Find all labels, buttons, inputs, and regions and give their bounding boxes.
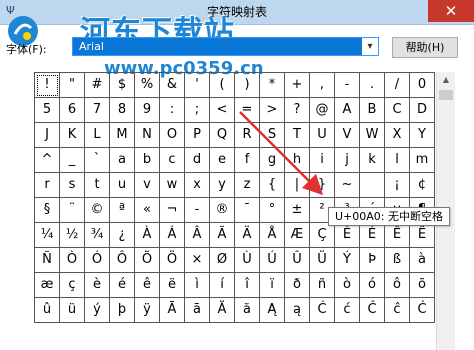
red-arrow-annotation-icon <box>239 111 324 196</box>
tooltip: U+00A0: 无中断空格 <box>328 207 450 226</box>
